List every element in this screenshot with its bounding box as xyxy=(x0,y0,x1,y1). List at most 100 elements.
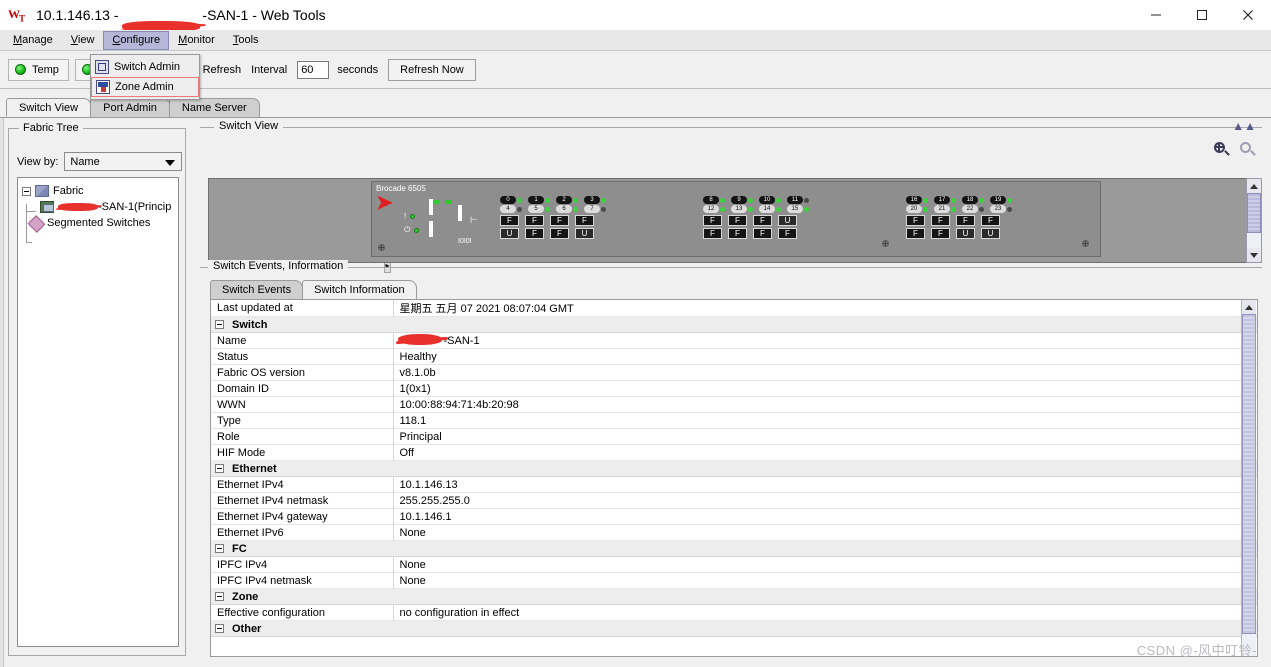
port-slot-16[interactable]: F xyxy=(906,215,925,226)
section-expander-icon[interactable] xyxy=(215,464,224,473)
table-row[interactable]: IPFC IPv4 None xyxy=(211,556,1257,573)
tree-item-fabric[interactable]: Fabric xyxy=(18,183,178,199)
zoom-in-icon[interactable] xyxy=(1214,142,1230,158)
table-row[interactable]: Ethernet IPv4 netmask 255.255.255.0 xyxy=(211,492,1257,509)
port-slot-19[interactable]: F xyxy=(981,215,1000,226)
port-group-1[interactable]: 8 9 10 11 12 13 14 15 F F F U F F F F xyxy=(703,196,812,239)
menu-item-zone-admin[interactable]: Zone Admin xyxy=(91,77,199,97)
tab-switch-view[interactable]: Switch View xyxy=(6,98,92,117)
tree-item-segmented-switches[interactable]: Segmented Switches xyxy=(18,215,178,231)
menu-tools[interactable]: Tools xyxy=(224,31,268,50)
port-number-15[interactable]: 15 xyxy=(787,205,803,213)
table-section-row[interactable]: Other xyxy=(211,620,1257,637)
port-number-19[interactable]: 19 xyxy=(990,196,1006,204)
port-slot-5[interactable]: F xyxy=(525,228,544,239)
minimize-button[interactable] xyxy=(1133,0,1179,30)
chevron-collapse-icon[interactable]: ▲▲ xyxy=(1232,119,1256,133)
port-number-22[interactable]: 22 xyxy=(962,205,978,213)
port-number-9[interactable]: 9 xyxy=(731,196,747,204)
table-row[interactable]: Ethernet IPv4 10.1.146.13 xyxy=(211,476,1257,493)
info-table-scrollbar[interactable] xyxy=(1241,300,1256,656)
menu-item-switch-admin[interactable]: Switch Admin xyxy=(91,57,199,77)
port-number-3[interactable]: 3 xyxy=(584,196,600,204)
table-row[interactable]: Role Principal xyxy=(211,428,1257,445)
scroll-down-button[interactable] xyxy=(1247,248,1261,262)
switch-information-table-wrap[interactable]: Last updated at 星期五 五月 07 2021 08:07:04 G… xyxy=(210,299,1258,657)
port-slot-0[interactable]: F xyxy=(500,215,519,226)
port-slot-6[interactable]: F xyxy=(550,228,569,239)
tree-expander-icon[interactable] xyxy=(22,186,31,196)
info-scroll-thumb[interactable] xyxy=(1242,314,1256,634)
switch-chassis[interactable]: Brocade 6505 ➤ ! ⏻ ⊢ I0I0I 0 1 2 3 4 5 6… xyxy=(371,181,1101,257)
fabric-tree-box[interactable]: Fabric -SAN-1(Princip Segmented Switches xyxy=(17,177,179,647)
port-number-1[interactable]: 1 xyxy=(528,196,544,204)
port-slot-11[interactable]: U xyxy=(778,215,797,226)
management-port-upper[interactable] xyxy=(429,199,451,215)
interval-input[interactable] xyxy=(297,60,330,79)
port-number-20[interactable]: 20 xyxy=(906,205,922,213)
maximize-button[interactable] xyxy=(1179,0,1225,30)
port-slot-10[interactable]: F xyxy=(753,215,772,226)
table-row[interactable]: Status Healthy xyxy=(211,348,1257,365)
scroll-thumb[interactable] xyxy=(1247,193,1261,233)
switch-view-scrollbar[interactable] xyxy=(1246,178,1262,263)
subtab-switch-events[interactable]: Switch Events xyxy=(210,280,304,299)
port-number-13[interactable]: 13 xyxy=(731,205,747,213)
menu-monitor[interactable]: Monitor xyxy=(169,31,224,50)
port-number-8[interactable]: 8 xyxy=(703,196,719,204)
management-port-lower[interactable] xyxy=(429,221,433,237)
port-slot-22[interactable]: U xyxy=(956,228,975,239)
section-expander-icon[interactable] xyxy=(215,544,224,553)
port-number-10[interactable]: 10 xyxy=(759,196,775,204)
menu-view[interactable]: View xyxy=(62,31,104,50)
menu-manage[interactable]: Manage xyxy=(4,31,62,50)
port-slot-8[interactable]: F xyxy=(703,215,722,226)
section-expander-icon[interactable] xyxy=(215,624,224,633)
port-number-2[interactable]: 2 xyxy=(556,196,572,204)
port-number-5[interactable]: 5 xyxy=(528,205,544,213)
switch-view-canvas[interactable]: Brocade 6505 ➤ ! ⏻ ⊢ I0I0I 0 1 2 3 4 5 6… xyxy=(208,178,1252,263)
table-section-row[interactable]: Switch xyxy=(211,316,1257,333)
tab-port-admin[interactable]: Port Admin xyxy=(90,98,170,117)
table-section-row[interactable]: Ethernet xyxy=(211,460,1257,477)
tab-name-server[interactable]: Name Server xyxy=(168,98,260,117)
table-row[interactable]: IPFC IPv4 netmask None xyxy=(211,572,1257,589)
scroll-up-button[interactable] xyxy=(1247,179,1261,193)
table-row[interactable]: Ethernet IPv4 gateway 10.1.146.1 xyxy=(211,508,1257,525)
port-number-0[interactable]: 0 xyxy=(500,196,516,204)
table-row[interactable]: WWN 10:00:88:94:71:4b:20:98 xyxy=(211,396,1257,413)
port-number-11[interactable]: 11 xyxy=(787,196,803,204)
section-expander-icon[interactable] xyxy=(215,320,224,329)
port-number-7[interactable]: 7 xyxy=(584,205,600,213)
port-number-12[interactable]: 12 xyxy=(703,205,719,213)
port-slot-13[interactable]: F xyxy=(728,228,747,239)
table-row[interactable]: Type 118.1 xyxy=(211,412,1257,429)
port-slot-20[interactable]: F xyxy=(906,228,925,239)
port-number-18[interactable]: 18 xyxy=(962,196,978,204)
port-number-14[interactable]: 14 xyxy=(759,205,775,213)
zoom-out-icon[interactable] xyxy=(1240,142,1256,158)
table-row[interactable]: Name -SAN-1 xyxy=(211,332,1257,349)
info-scroll-up-button[interactable] xyxy=(1242,300,1256,314)
port-slot-9[interactable]: F xyxy=(728,215,747,226)
port-slot-1[interactable]: F xyxy=(525,215,544,226)
port-slot-4[interactable]: U xyxy=(500,228,519,239)
table-row[interactable]: Domain ID 1(0x1) xyxy=(211,380,1257,397)
port-slot-23[interactable]: U xyxy=(981,228,1000,239)
port-number-6[interactable]: 6 xyxy=(556,205,572,213)
close-button[interactable] xyxy=(1225,0,1271,30)
port-number-21[interactable]: 21 xyxy=(934,205,950,213)
section-expander-icon[interactable] xyxy=(215,592,224,601)
table-row[interactable]: Fabric OS version v8.1.0b xyxy=(211,364,1257,381)
port-number-4[interactable]: 4 xyxy=(500,205,516,213)
port-number-16[interactable]: 16 xyxy=(906,196,922,204)
subtab-switch-information[interactable]: Switch Information xyxy=(302,280,417,299)
status-button-temp[interactable]: Temp xyxy=(8,58,69,81)
refresh-now-button[interactable]: Refresh Now xyxy=(388,58,476,81)
port-slot-17[interactable]: F xyxy=(931,215,950,226)
view-by-select[interactable]: Name xyxy=(64,152,183,171)
tree-item-switch[interactable]: -SAN-1(Princip xyxy=(18,199,178,215)
port-slot-15[interactable]: F xyxy=(778,228,797,239)
port-slot-18[interactable]: F xyxy=(956,215,975,226)
port-slot-2[interactable]: F xyxy=(550,215,569,226)
